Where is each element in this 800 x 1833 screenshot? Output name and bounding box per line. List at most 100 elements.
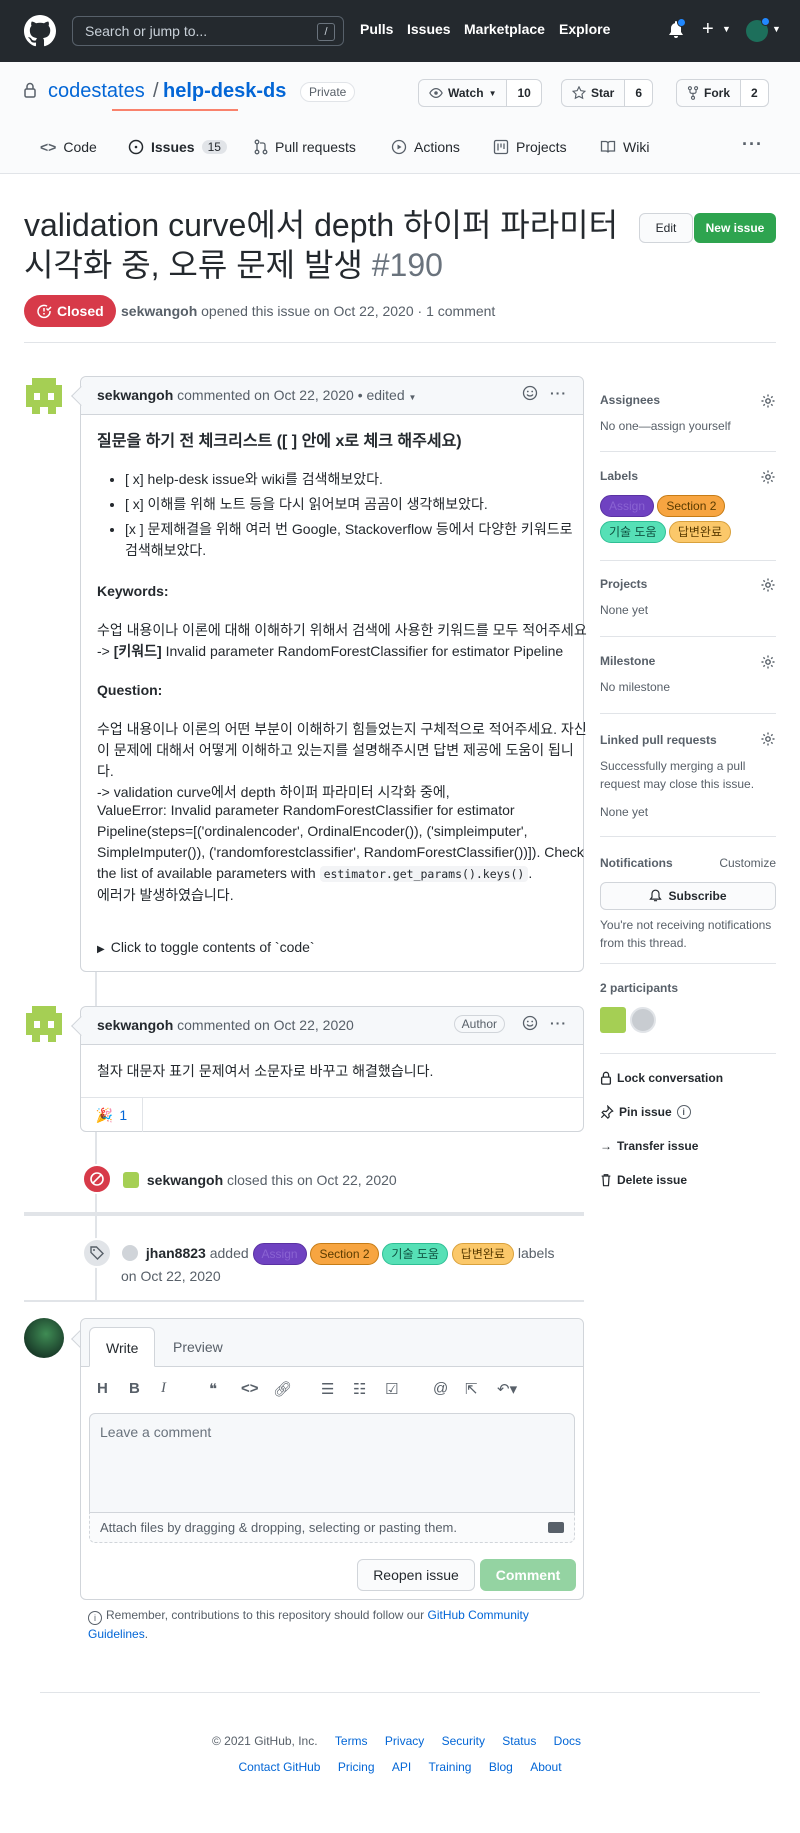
footer-link-status[interactable]: Status [502, 1734, 536, 1748]
label-tech-help[interactable]: 기술 도움 [600, 521, 666, 543]
subscribe-button[interactable]: Subscribe [600, 882, 776, 910]
footer-link-contact[interactable]: Contact GitHub [238, 1760, 320, 1774]
label-assign[interactable]: Assign [600, 495, 655, 517]
delete-issue-action[interactable]: Delete issue [600, 1173, 687, 1187]
assignees-value[interactable]: No one—assign yourself [600, 419, 776, 433]
comment-button[interactable]: Comment [480, 1559, 576, 1591]
author-identicon[interactable] [26, 378, 62, 414]
footer-link-pricing[interactable]: Pricing [338, 1760, 375, 1774]
gear-icon[interactable] [760, 469, 776, 485]
pin-issue-action[interactable]: Pin issue i [600, 1105, 691, 1119]
quote-icon[interactable]: ❝ [209, 1380, 217, 1398]
nav-marketplace[interactable]: Marketplace [464, 21, 545, 37]
label-event-date[interactable]: on Oct 22, 2020 [121, 1265, 561, 1287]
ordered-list-icon[interactable]: ☷ [353, 1380, 366, 1398]
issue-author-link[interactable]: sekwangoh [121, 303, 197, 319]
comment-meta[interactable]: commented on Oct 22, 2020 [177, 1017, 354, 1033]
reopen-issue-button[interactable]: Reopen issue [357, 1559, 475, 1591]
repo-name-link[interactable]: help-desk-ds [163, 80, 286, 103]
star-count[interactable]: 6 [624, 80, 653, 106]
code-icon[interactable]: <> [241, 1380, 259, 1397]
tab-pull-requests[interactable]: Pull requests [254, 139, 356, 155]
search-input[interactable]: Search or jump to... / [72, 16, 344, 46]
comment-meta[interactable]: commented on Oct 22, 2020 • edited [177, 387, 405, 403]
star-button[interactable]: Star [562, 80, 624, 106]
edit-title-button[interactable]: Edit [639, 213, 693, 243]
label-answered[interactable]: 답변완료 [668, 521, 732, 543]
nav-explore[interactable]: Explore [559, 21, 610, 37]
author-identicon[interactable] [26, 1006, 62, 1042]
tab-preview[interactable]: Preview [157, 1327, 239, 1367]
participant-avatar[interactable] [600, 1007, 626, 1033]
label-section-2[interactable]: Section 2 [310, 1243, 379, 1265]
labels-title[interactable]: Labels [600, 469, 776, 483]
comment-author-link[interactable]: sekwangoh [97, 387, 173, 403]
task-list-icon[interactable]: ☑ [385, 1380, 398, 1398]
event-actor-link[interactable]: sekwangoh [147, 1172, 223, 1188]
github-logo-icon[interactable] [24, 15, 56, 47]
footer-link-training[interactable]: Training [429, 1760, 472, 1774]
bold-icon[interactable]: B [129, 1380, 140, 1397]
create-new-icon[interactable]: + [702, 18, 714, 41]
event-actor-link[interactable]: jhan8823 [146, 1245, 206, 1261]
current-user-avatar[interactable] [24, 1318, 64, 1358]
gear-icon[interactable] [760, 654, 776, 670]
file-attachment-area[interactable]: Attach files by dragging & dropping, sel… [89, 1513, 575, 1543]
watch-button[interactable]: Watch ▼ [419, 80, 506, 106]
watch-count[interactable]: 10 [506, 80, 541, 106]
projects-title[interactable]: Projects [600, 577, 776, 591]
repo-owner-link[interactable]: codestates [48, 80, 145, 103]
actor-avatar-small[interactable] [121, 1244, 139, 1262]
lock-conversation-action[interactable]: Lock conversation [600, 1071, 723, 1085]
link-icon[interactable]: 🔗︎ [273, 1380, 292, 1398]
footer-link-docs[interactable]: Docs [554, 1734, 581, 1748]
customize-link[interactable]: Customize [719, 854, 776, 872]
label-answered[interactable]: 답변완료 [451, 1243, 514, 1265]
kebab-menu-icon[interactable]: ··· [550, 385, 567, 401]
footer-link-about[interactable]: About [530, 1760, 561, 1774]
tab-code[interactable]: <> Code [40, 139, 97, 155]
footer-link-security[interactable]: Security [442, 1734, 485, 1748]
label-tech-help[interactable]: 기술 도움 [382, 1243, 448, 1265]
participant-avatar[interactable] [630, 1007, 656, 1033]
info-icon[interactable]: i [676, 1105, 691, 1119]
gear-icon[interactable] [760, 731, 776, 747]
label-assign[interactable]: Assign [252, 1243, 307, 1265]
reference-icon[interactable]: ⇱ [465, 1380, 478, 1398]
fork-button[interactable]: Fork [677, 80, 740, 106]
actor-identicon-small[interactable] [123, 1172, 139, 1188]
heading-icon[interactable]: H [97, 1380, 108, 1397]
gear-icon[interactable] [760, 393, 776, 409]
markdown-icon[interactable] [548, 1522, 564, 1533]
linked-prs-title[interactable]: Linked pull requests [600, 731, 776, 749]
mention-icon[interactable]: @ [433, 1380, 448, 1397]
nav-pulls[interactable]: Pulls [360, 21, 393, 37]
tab-write[interactable]: Write [89, 1327, 156, 1367]
new-issue-button[interactable]: New issue [694, 213, 776, 243]
code-toggle[interactable]: ▶ Click to toggle contents of `code` [97, 937, 587, 960]
footer-link-api[interactable]: API [392, 1760, 411, 1774]
label-section-2[interactable]: Section 2 [657, 495, 726, 517]
reaction-button[interactable]: 🎉 1 [81, 1098, 143, 1132]
nav-issues[interactable]: Issues [407, 21, 451, 37]
kebab-menu-icon[interactable]: ··· [550, 1015, 567, 1031]
smiley-icon[interactable] [522, 1015, 538, 1031]
footer-link-blog[interactable]: Blog [489, 1760, 513, 1774]
fork-count[interactable]: 2 [740, 80, 768, 106]
unordered-list-icon[interactable]: ☰ [321, 1380, 334, 1398]
footer-link-privacy[interactable]: Privacy [385, 1734, 424, 1748]
milestone-title[interactable]: Milestone [600, 654, 776, 668]
italic-icon[interactable]: I [161, 1380, 166, 1397]
tab-actions[interactable]: Actions [391, 139, 460, 155]
gear-icon[interactable] [760, 577, 776, 593]
footer-link-terms[interactable]: Terms [335, 1734, 368, 1748]
tab-issues[interactable]: Issues 15 [128, 139, 227, 155]
tab-wiki[interactable]: Wiki [600, 139, 649, 155]
smiley-icon[interactable] [522, 385, 538, 401]
tab-projects[interactable]: Projects [493, 139, 567, 155]
comment-author-link[interactable]: sekwangoh [97, 1017, 173, 1033]
more-tabs-icon[interactable]: ··· [742, 134, 763, 155]
assignees-title[interactable]: Assignees [600, 393, 776, 407]
saved-reply-icon[interactable]: ↶▾ [497, 1380, 517, 1398]
comment-textarea[interactable]: Leave a comment [89, 1413, 575, 1513]
